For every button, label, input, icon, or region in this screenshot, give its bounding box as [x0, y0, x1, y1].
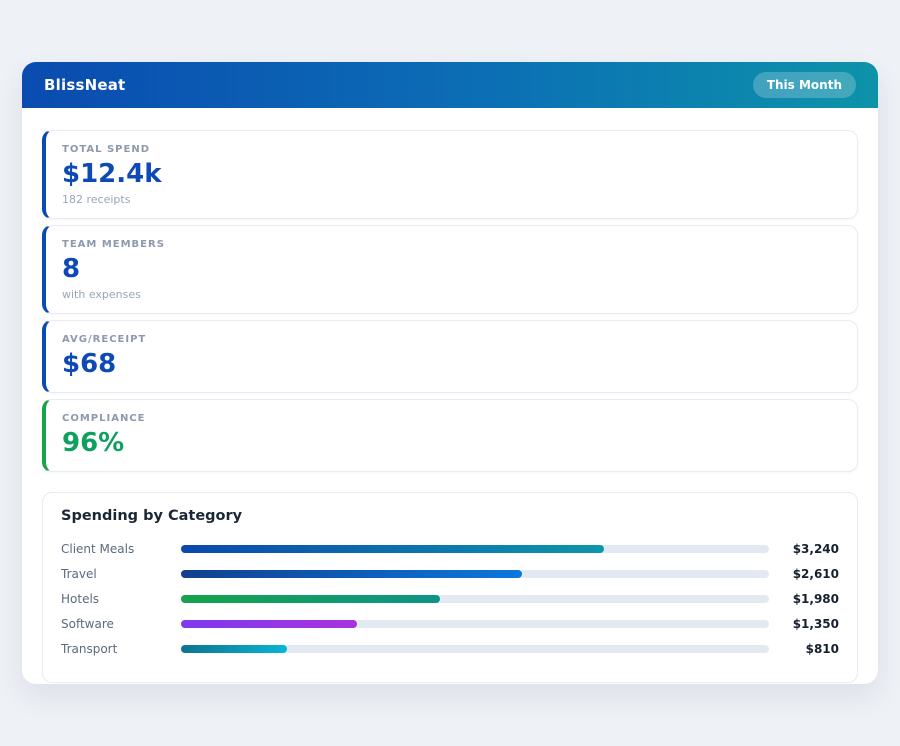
stat-card: TOTAL SPEND $12.4k 182 receipts	[42, 130, 858, 219]
stat-label: TOTAL SPEND	[62, 144, 150, 155]
category-label: Client Meals	[61, 542, 135, 557]
bar-fill	[181, 645, 287, 654]
stat-sub: with expenses	[62, 287, 141, 301]
stat-value: 96%	[62, 427, 125, 458]
category-value: $810	[805, 642, 839, 657]
chart-row: Software $1,350	[61, 612, 839, 637]
dashboard-content: TOTAL SPEND $12.4k 182 receipts TEAM MEM…	[22, 108, 878, 703]
dashboard-header: BlissNeat This Month	[22, 62, 878, 108]
app-title: BlissNeat	[44, 76, 126, 94]
bar-track	[181, 595, 769, 604]
category-value: $3,240	[792, 542, 839, 557]
category-label: Transport	[61, 642, 118, 657]
chart-row: Client Meals $3,240	[61, 537, 839, 562]
category-label: Travel	[61, 567, 97, 582]
bar-fill	[181, 595, 440, 604]
chart-row: Transport $810	[61, 637, 839, 662]
stat-label: TEAM MEMBERS	[62, 238, 165, 250]
category-value: $1,980	[792, 592, 839, 607]
stat-card: COMPLIANCE 96%	[42, 398, 858, 472]
category-value: $1,350	[792, 617, 839, 632]
stat-value: $12.4k	[62, 159, 162, 189]
period-badge[interactable]: This Month	[752, 72, 856, 98]
category-label: Hotels	[61, 592, 100, 607]
stat-card: AVG/RECEIPT $68	[42, 319, 858, 393]
bar-track	[181, 570, 769, 579]
stat-label: COMPLIANCE	[62, 412, 146, 424]
stat-label: AVG/RECEIPT	[62, 333, 147, 345]
chart-card: Spending by Category Client Meals $3,240…	[42, 491, 858, 683]
bar-fill	[181, 570, 523, 579]
dashboard-card: BlissNeat This Month TOTAL SPEND $12.4k …	[22, 62, 878, 684]
bar-fill	[181, 545, 605, 554]
chart-row: Travel $2,610	[61, 562, 839, 587]
stat-card: TEAM MEMBERS 8 with expenses	[42, 224, 858, 314]
chart-title: Spending by Category	[61, 507, 243, 524]
bar-track	[181, 545, 769, 554]
stats-list: TOTAL SPEND $12.4k 182 receipts TEAM MEM…	[42, 130, 858, 472]
bar-fill	[181, 620, 358, 629]
chart-row: Hotels $1,980	[61, 587, 839, 612]
chart-rows: Client Meals $3,240 Travel $2,610 Hotels…	[61, 537, 839, 662]
stat-sub: 182 receipts	[62, 192, 131, 206]
category-value: $2,610	[792, 567, 839, 582]
stat-value: 8	[62, 253, 81, 284]
bar-track	[181, 620, 769, 629]
category-label: Software	[61, 617, 114, 632]
bar-track	[181, 645, 769, 654]
stat-value: $68	[62, 348, 117, 379]
